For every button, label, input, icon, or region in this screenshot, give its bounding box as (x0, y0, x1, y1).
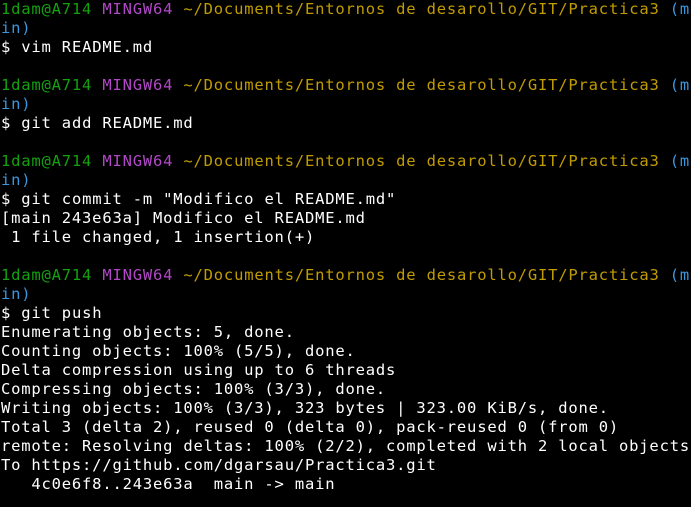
command-line: $ git commit -m "Modifico el README.md" (1, 190, 691, 209)
terminal-window[interactable]: 1dam@A714 MINGW64 ~/Documents/Entornos d… (0, 0, 691, 507)
output-line: Delta compression using up to 6 threads (1, 361, 397, 379)
command-text: vim README.md (21, 38, 153, 56)
output-line: [main 243e63a] Modifico el README.md (1, 209, 366, 227)
prompt-user-host: 1dam@A714 (1, 0, 93, 18)
prompt-path: ~/Documents/Entornos de desarollo/GIT/Pr… (183, 266, 660, 284)
prompt-branch: (ma (669, 152, 691, 170)
prompt-user-host: 1dam@A714 (1, 266, 93, 284)
prompt-shell: MINGW64 (102, 76, 174, 94)
prompt-branch: in) (1, 285, 32, 303)
output-line: Compressing objects: 100% (3/3), done. (1, 380, 387, 398)
command-line: $ git push (1, 304, 691, 323)
command-line: $ git add README.md (1, 114, 691, 133)
prompt-shell: MINGW64 (102, 266, 174, 284)
prompt-line: 1dam@A714 MINGW64 ~/Documents/Entornos d… (1, 152, 691, 171)
prompt-user-host: 1dam@A714 (1, 152, 93, 170)
prompt-path: ~/Documents/Entornos de desarollo/GIT/Pr… (183, 152, 660, 170)
output-line: To https://github.com/dgarsau/Practica3.… (1, 456, 437, 474)
prompt-symbol: $ (1, 304, 12, 322)
output-line: Enumerating objects: 5, done. (1, 323, 295, 341)
prompt-shell: MINGW64 (102, 152, 174, 170)
output-line: Total 3 (delta 2), reused 0 (delta 0), p… (1, 418, 620, 436)
prompt-branch: in) (1, 171, 32, 189)
command-text: git push (21, 304, 103, 322)
prompt-branch-wrap: in) (1, 171, 691, 190)
prompt-symbol: $ (1, 114, 12, 132)
prompt-branch: in) (1, 19, 32, 37)
output-line: remote: Resolving deltas: 100% (2/2), co… (1, 437, 691, 455)
output-line: Writing objects: 100% (3/3), 323 bytes |… (1, 399, 609, 417)
prompt-shell: MINGW64 (102, 0, 174, 18)
prompt-branch: (ma (669, 266, 691, 284)
output-line: 4c0e6f8..243e63a main -> main (1, 475, 336, 493)
prompt-path: ~/Documents/Entornos de desarollo/GIT/Pr… (183, 0, 660, 18)
command-line: $ vim README.md (1, 38, 691, 57)
prompt-branch: in) (1, 95, 32, 113)
output-line: 1 file changed, 1 insertion(+) (1, 228, 316, 246)
prompt-line: 1dam@A714 MINGW64 ~/Documents/Entornos d… (1, 266, 691, 285)
command-text: git add README.md (21, 114, 194, 132)
prompt-path: ~/Documents/Entornos de desarollo/GIT/Pr… (183, 76, 660, 94)
prompt-symbol: $ (1, 190, 12, 208)
prompt-user-host: 1dam@A714 (1, 76, 93, 94)
command-text: git commit -m "Modifico el README.md" (21, 190, 397, 208)
prompt-branch-wrap: in) (1, 285, 691, 304)
prompt-branch: (ma (669, 0, 691, 18)
prompt-line: 1dam@A714 MINGW64 ~/Documents/Entornos d… (1, 0, 691, 19)
prompt-branch-wrap: in) (1, 95, 691, 114)
output-line: Counting objects: 100% (5/5), done. (1, 342, 356, 360)
prompt-line: 1dam@A714 MINGW64 ~/Documents/Entornos d… (1, 76, 691, 95)
prompt-branch-wrap: in) (1, 19, 691, 38)
prompt-branch: (ma (669, 76, 691, 94)
prompt-symbol: $ (1, 38, 12, 56)
